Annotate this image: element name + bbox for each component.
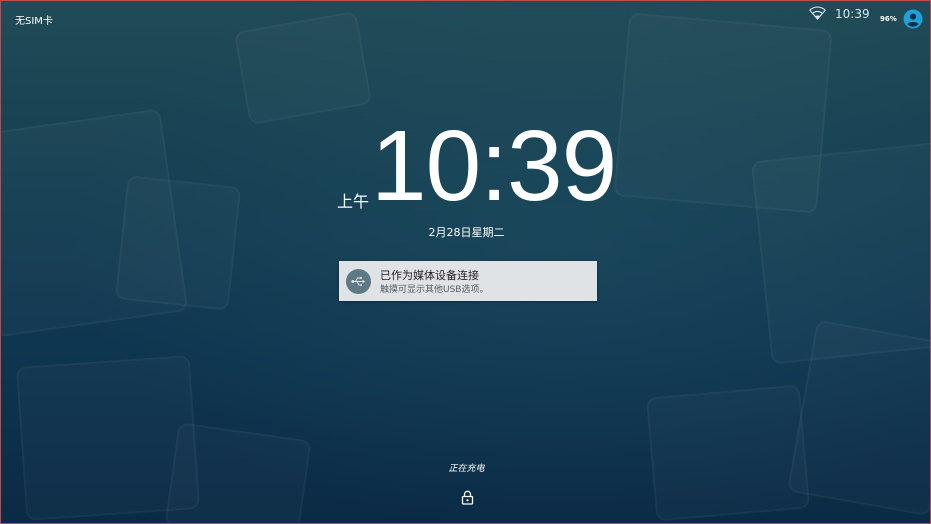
- wallpaper-shape: [114, 175, 242, 311]
- status-bar: 无SIM卡 10:39 96%: [1, 1, 930, 35]
- lockscreen-clock: 10:39: [371, 110, 617, 222]
- lockscreen-date: 2月28日星期二: [428, 226, 505, 239]
- notification-title: 已作为媒体设备连接: [380, 269, 479, 282]
- lock-screen: 无SIM卡 10:39 96% 上午 10:39 2月28日星期二 已作为媒体设…: [0, 0, 931, 524]
- notification-text: 触摸可显示其他USB选项。: [380, 285, 489, 295]
- charging-status: 正在充电: [448, 464, 485, 474]
- carrier-label: 无SIM卡: [15, 16, 53, 27]
- battery-percent: 96%: [880, 15, 897, 23]
- status-time: 10:39: [835, 7, 870, 21]
- usb-notification[interactable]: 已作为媒体设备连接 触摸可显示其他USB选项。: [339, 261, 597, 301]
- lock-icon[interactable]: [461, 490, 474, 505]
- wallpaper-shape: [645, 384, 811, 522]
- account-circle-icon[interactable]: [903, 9, 923, 29]
- usb-icon: [346, 269, 371, 294]
- am-pm-label: 上午: [337, 192, 370, 211]
- wifi-icon: [809, 6, 826, 20]
